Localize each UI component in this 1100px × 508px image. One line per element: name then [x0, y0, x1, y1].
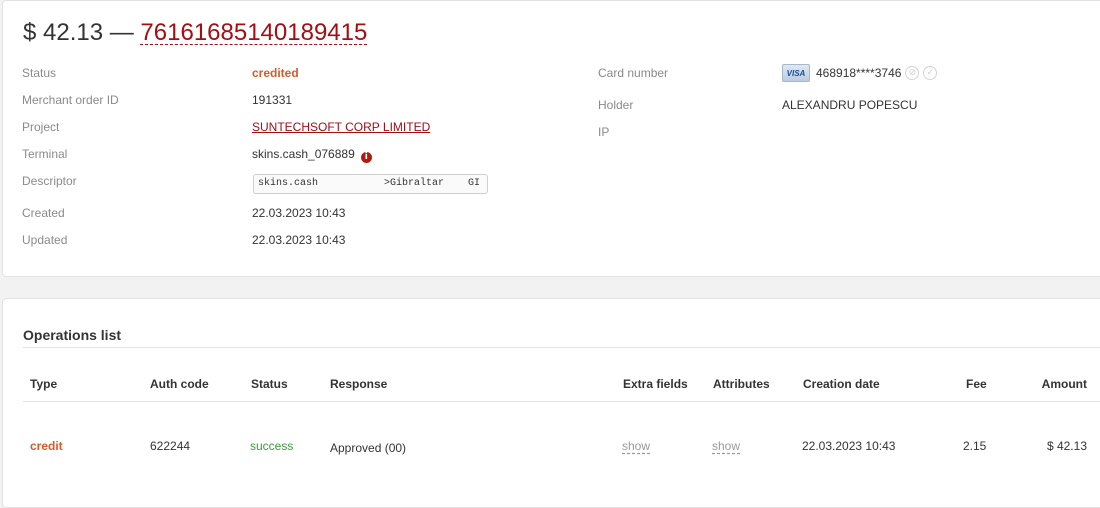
holder-label: Holder [598, 98, 634, 112]
created-value: 22.03.2023 10:43 [252, 206, 346, 220]
card-number-group: VISA 468918****3746 ⊘ ✓ [782, 64, 938, 82]
column-header-auth-code: Auth code [150, 377, 209, 391]
merchant-order-label: Merchant order ID [22, 93, 119, 107]
operations-panel: Operations list Type Auth code Status Re… [2, 298, 1100, 508]
blocked-icon: ⊘ [905, 66, 920, 80]
terminal-label: Terminal [22, 147, 68, 161]
status-label: Status [22, 66, 57, 80]
extra-fields-show-link[interactable]: show [622, 439, 650, 453]
creation-date: 22.03.2023 10:43 [802, 439, 896, 453]
transaction-amount: $ 42.13 [23, 19, 104, 46]
terminal-value-group: skins.cash_076889 i [252, 147, 372, 163]
info-icon[interactable]: i [360, 152, 372, 163]
project-label: Project [22, 120, 60, 134]
column-header-creation-date: Creation date [803, 377, 880, 391]
created-label: Created [22, 206, 65, 220]
title-separator: — [109, 19, 134, 46]
page-title: $ 42.13 — 76161685140189415 [23, 17, 367, 49]
holder-value: ALEXANDRU POPESCU [782, 98, 918, 112]
updated-label: Updated [22, 233, 68, 247]
merchant-order-value: 191331 [252, 93, 293, 107]
check-icon: ✓ [923, 66, 938, 80]
ip-label: IP [598, 125, 610, 139]
visa-card-icon: VISA [782, 64, 810, 82]
column-header-extra-fields: Extra fields [623, 377, 688, 391]
card-number-label: Card number [598, 66, 669, 80]
fee: 2.15 [963, 439, 987, 453]
divider [23, 347, 1100, 348]
descriptor-label: Descriptor [22, 174, 77, 188]
updated-value: 22.03.2023 10:43 [252, 233, 346, 247]
transaction-id-link[interactable]: 76161685140189415 [140, 19, 367, 46]
column-header-attributes: Attributes [713, 377, 770, 391]
operations-title: Operations list [23, 327, 122, 343]
column-header-amount: Amount [1041, 377, 1087, 391]
divider [23, 401, 1100, 402]
column-header-type: Type [30, 377, 58, 391]
response: Approved (00) [330, 441, 407, 455]
transaction-details-panel: $ 42.13 — 76161685140189415 Status credi… [2, 0, 1100, 277]
terminal-value: skins.cash_076889 [252, 147, 355, 161]
operation-status: success [250, 439, 294, 453]
column-header-status: Status [251, 377, 288, 391]
descriptor-field: skins.cash >Gibraltar GI [253, 174, 488, 194]
card-number-value: 468918****3746 [816, 66, 902, 80]
attributes-show-link[interactable]: show [712, 439, 740, 453]
operation-type: credit [30, 439, 63, 453]
column-header-response: Response [330, 377, 388, 391]
project-link[interactable]: SUNTECHSOFT CORP LIMITED [252, 120, 430, 134]
status-value: credited [252, 66, 299, 80]
column-header-fee: Fee [966, 377, 987, 391]
amount: $ 42.13 [1046, 439, 1087, 453]
auth-code: 622244 [150, 439, 191, 453]
